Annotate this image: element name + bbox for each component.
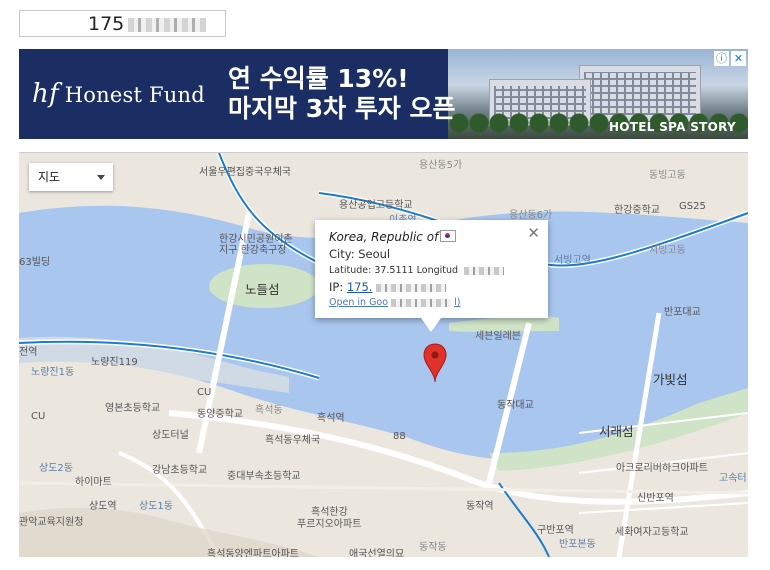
map-label: 상도2동 xyxy=(39,463,73,474)
info-country: Korea, Republic of xyxy=(329,230,457,244)
map-label: 용산동5가 xyxy=(419,160,463,171)
map-label: 강남초등학교 xyxy=(152,465,208,476)
map-label: 상도1동 xyxy=(139,501,173,512)
map-label: 흑석역 xyxy=(317,413,345,424)
ad-headline: 연 수익률 13%! 마지막 3차 투자 오픈 xyxy=(228,64,456,124)
map-label: 중대부속초등학교 xyxy=(227,471,301,482)
ad-controls: ⓘ ✕ xyxy=(714,51,746,66)
map-label: 노량진1동 xyxy=(31,367,75,378)
map-label: 관악교육지원청 xyxy=(19,517,84,528)
map-label: 동빙고동 xyxy=(649,170,686,181)
map-label: 노량진119 xyxy=(91,357,138,368)
chevron-down-icon xyxy=(97,175,105,180)
ad-headline-line2: 마지막 3차 투자 오픈 xyxy=(228,94,456,123)
close-icon[interactable]: ✕ xyxy=(731,51,746,66)
map-label: 세화여자고등학교 xyxy=(615,527,689,538)
map-label: CU xyxy=(31,411,46,422)
ad-tagline: HOTEL SPA STORY xyxy=(608,120,736,134)
map-label: 용산공업고등학교 xyxy=(339,200,413,211)
map-label: 흑석동양엔파트아파트 xyxy=(207,549,299,557)
ip-link[interactable]: 175. xyxy=(347,280,373,294)
ip-input-value: 175 xyxy=(88,13,125,35)
map-type-value: 지도 xyxy=(38,170,61,184)
map-label: 반포대교 xyxy=(664,307,701,318)
map-label: 신반포역 xyxy=(637,493,674,504)
ip-blur-mask xyxy=(128,17,207,32)
map-label: 고속터 xyxy=(719,473,747,484)
map-label: 서울우편집중국우체국 xyxy=(199,167,291,178)
info-coords: Latitude: 37.5111 Longitud xyxy=(329,265,505,276)
map-marker-icon[interactable] xyxy=(422,343,448,383)
ad-banner[interactable]: hf Honest Fund 연 수익률 13%! 마지막 3차 투자 오픈 HO… xyxy=(19,49,748,139)
map-label: 서빙고역 xyxy=(554,255,591,266)
map-label: 하이마트 xyxy=(75,477,112,488)
map-label: GS25 xyxy=(679,201,706,212)
ad-headline-line1: 연 수익률 13%! xyxy=(228,64,409,93)
map-label: 세븐일레븐 xyxy=(475,331,521,342)
ad-brand-logo: hf Honest Fund xyxy=(32,79,205,109)
map-label: 구반포역 xyxy=(537,525,574,536)
info-icon[interactable]: ⓘ xyxy=(714,51,729,66)
info-ip: IP: 175. xyxy=(329,280,447,294)
map-label: 동작동 xyxy=(419,542,447,553)
map-info-window: ✕ Korea, Republic of City: Seoul Latitud… xyxy=(315,220,548,332)
info-window-pointer xyxy=(421,318,441,332)
map-label: 아크로리버하크아파트 xyxy=(616,463,708,474)
map-label: 지구 한강축구장 xyxy=(219,245,287,256)
map-label: 63빌딩 xyxy=(19,257,51,268)
info-city: City: Seoul xyxy=(329,247,391,261)
map-label: 노들섬 xyxy=(245,282,280,297)
close-icon[interactable]: ✕ xyxy=(527,224,540,242)
map-label: 전역 xyxy=(19,347,38,358)
ip-input-field[interactable]: 175 xyxy=(19,10,226,37)
map-label: 애국선열의묘 xyxy=(349,549,405,557)
map-label: 푸르지오아파트 xyxy=(297,519,362,530)
map-label: 흑석동 xyxy=(255,405,283,416)
map-view[interactable]: 서울우편집중국우체국 용산공업고등학교 용산동5가 이촌역 용산동6가 동빙고동… xyxy=(19,152,748,557)
map-label: 동양중학교 xyxy=(197,409,243,420)
map-label: 가빛섬 xyxy=(653,372,688,387)
map-label: 상도터널 xyxy=(152,430,189,441)
map-label: 동작역 xyxy=(466,501,494,512)
map-label: 서빙고동 xyxy=(649,245,686,256)
map-type-select[interactable]: 지도 xyxy=(29,163,113,191)
map-label: 반포본동 xyxy=(559,539,596,550)
map-label: 상도역 xyxy=(89,501,117,512)
map-label: 동작대교 xyxy=(497,400,534,411)
map-label: 흑석동우체국 xyxy=(265,435,321,446)
open-in-google-link[interactable]: Open in Goo l) xyxy=(329,297,460,308)
map-label: 88 xyxy=(393,431,406,442)
map-label: 한강중학교 xyxy=(614,205,660,216)
map-label: 서래섬 xyxy=(599,424,634,439)
flag-icon xyxy=(440,230,457,242)
map-label: 영본초등학교 xyxy=(105,403,161,414)
map-label: 용산동6가 xyxy=(509,210,553,221)
map-label: CU xyxy=(197,387,212,398)
